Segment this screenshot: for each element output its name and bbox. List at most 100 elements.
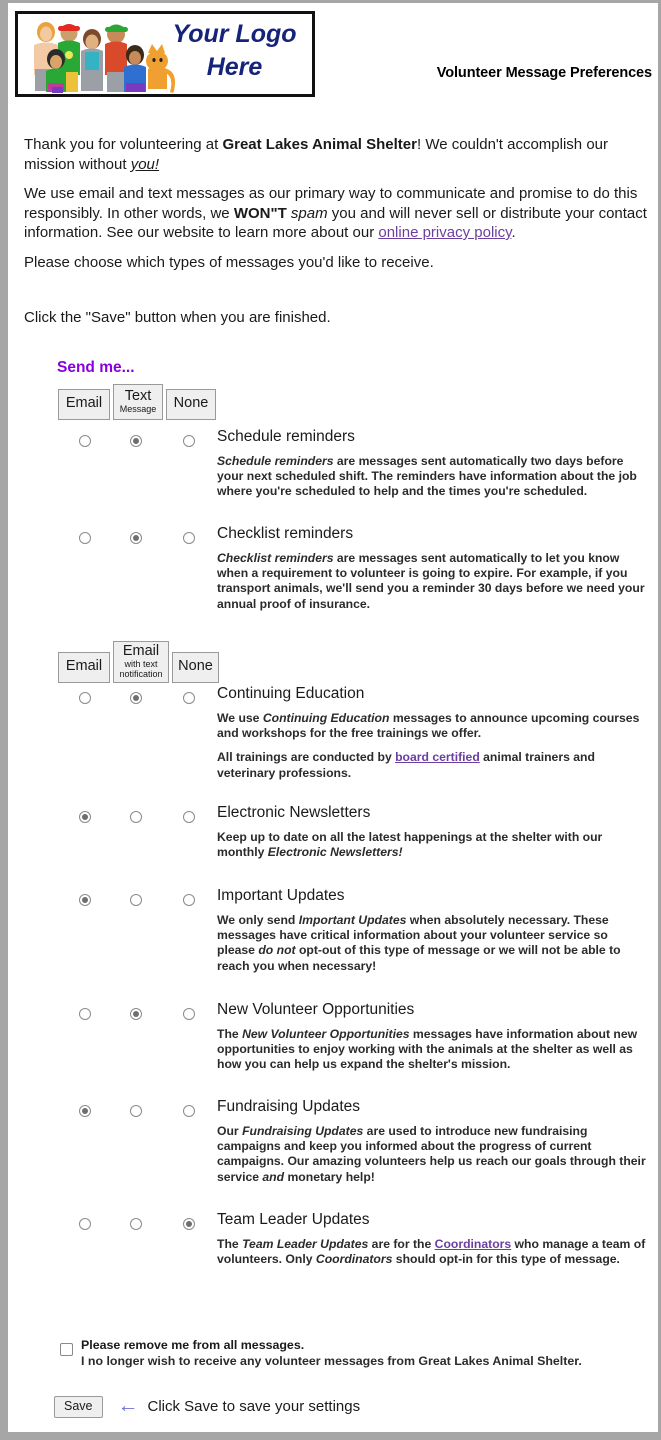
save-button[interactable]: Save [54,1396,103,1418]
text-fragment: Checklist reminders [217,551,334,565]
preference-title: Continuing Education [217,685,365,702]
preference-body-new-volunteer-opportunities: New Volunteer Opportunities The New Volun… [217,1000,649,1073]
radio-new-volunteer-opportunities-option-2[interactable] [183,1008,195,1020]
preference-body-fundraising-updates: Fundraising Updates Our Fundraising Updat… [217,1097,649,1185]
intro-wont: WON"T [233,204,287,222]
radio-checklist-reminders-option-2[interactable] [183,532,195,544]
preference-description: We use Continuing Education messages to … [217,711,649,741]
save-bar: Save ← Click Save to save your settings [54,1394,360,1418]
radio-group-important-updates [8,894,208,910]
remove-all-messages-checkbox[interactable] [60,1343,73,1356]
preference-body-important-updates: Important Updates We only send Important … [217,886,649,974]
radio-fundraising-updates-option-2[interactable] [183,1105,195,1117]
radio-continuing-education-option-0[interactable] [79,692,91,704]
text-fragment: Our [217,1124,243,1138]
radio-important-updates-option-2[interactable] [183,894,195,906]
text-fragment: are for the [368,1237,435,1251]
logo-text-line2: Here [206,53,263,81]
column-header-email-with-text-notification[interactable]: Email with text notification [113,641,169,683]
radio-group-electronic-newsletters [8,811,208,827]
radio-team-leader-updates-option-2[interactable] [183,1218,195,1230]
radio-checklist-reminders-option-1[interactable] [130,532,142,544]
radio-important-updates-option-0[interactable] [79,894,91,906]
column-header-email-notify-sub: with text notification [119,659,163,680]
intro-spam: spam [286,204,328,222]
radio-new-volunteer-opportunities-option-0[interactable] [79,1008,91,1020]
preference-description: The Team Leader Updates are for the Coor… [217,1237,649,1267]
preference-title: Fundraising Updates [217,1098,361,1115]
optout-heading: Please remove me from all messages. [81,1338,305,1352]
radio-team-leader-updates-option-0[interactable] [79,1218,91,1230]
column-header-none[interactable]: None [166,389,216,420]
text-fragment: Important Updates [298,913,407,927]
radio-schedule-reminders-option-1[interactable] [130,435,142,447]
preference-title: Team Leader Updates [217,1211,370,1228]
preference-body-schedule-reminders: Schedule reminders Schedule reminders are… [217,427,649,500]
radio-group-team-leader-updates [8,1218,208,1234]
column-header-email-notify-label: Email [122,642,160,659]
text-fragment: The [217,1237,243,1251]
column-header-none-label: None [173,395,209,412]
text-fragment: The [217,1027,243,1041]
column-header-text-message[interactable]: Text Message [113,384,163,420]
column-header-none-2-label: None [178,658,213,675]
radio-schedule-reminders-option-0[interactable] [79,435,91,447]
organization-name: Great Lakes Animal Shelter [222,136,417,153]
radio-group-new-volunteer-opportunities [8,1008,208,1024]
preference-title: Important Updates [217,887,345,904]
privacy-policy-link[interactable]: online privacy policy [378,224,511,241]
preference-title: Checklist reminders [217,525,354,542]
radio-group-continuing-education [8,692,208,708]
board-certified-link[interactable]: board certified [395,750,480,764]
preference-body-checklist-reminders: Checklist reminders Checklist reminders a… [217,524,649,612]
volunteers-clipart-icon [34,22,176,93]
radio-checklist-reminders-option-0[interactable] [79,532,91,544]
preference-description: We only send Important Updates when abso… [217,913,649,974]
preference-description: All trainings are conducted by board cer… [217,750,649,780]
column-header-text-label: Text [124,387,152,404]
text-fragment: Only [285,1252,316,1267]
intro-paragraph-1: Thank you for volunteering at Great Lake… [24,135,650,174]
intro-paragraph-3: Please choose which types of messages yo… [24,253,434,271]
preference-description: Checklist reminders are messages sent au… [217,551,649,612]
text-fragment: amazing [312,1154,362,1169]
radio-continuing-education-option-2[interactable] [183,692,195,704]
radio-electronic-newsletters-option-0[interactable] [79,811,91,823]
radio-group-checklist-reminders [8,532,208,548]
radio-team-leader-updates-option-1[interactable] [130,1218,142,1230]
preference-description: Schedule reminders are messages sent aut… [217,454,649,500]
radio-schedule-reminders-option-2[interactable] [183,435,195,447]
radio-fundraising-updates-option-0[interactable] [79,1105,91,1117]
preference-body-continuing-education: Continuing Education We use Continuing Ed… [217,684,649,781]
intro-p1-you: you! [130,155,160,173]
preference-title: Schedule reminders [217,428,355,445]
text-fragment: absolutely [444,913,505,927]
logo-box: Your Logo Here [15,11,315,97]
page-content: Your Logo Here Volunteer Message Prefere… [8,3,658,1432]
text-fragment: Continuing Education [262,711,390,725]
column-header-email[interactable]: Email [58,389,110,420]
text-fragment: and [262,1169,285,1184]
radio-continuing-education-option-1[interactable] [130,692,142,704]
column-header-message-label: Message [119,404,157,415]
column-header-email-2-label: Email [65,658,103,675]
radio-electronic-newsletters-option-1[interactable] [130,811,142,823]
radio-important-updates-option-1[interactable] [130,894,142,906]
coordinators-link[interactable]: Coordinators [435,1237,512,1251]
left-arrow-icon: ← [117,1394,139,1418]
preference-body-electronic-newsletters: Electronic Newsletters Keep up to date on… [217,803,649,860]
radio-new-volunteer-opportunities-option-1[interactable] [130,1008,142,1020]
text-fragment: All trainings are conducted by [217,750,396,765]
column-header-email-2[interactable]: Email [58,652,110,683]
column-header-none-2[interactable]: None [172,652,219,683]
column-headers-group-2: Email Email with text notification None [58,641,219,683]
text-fragment: We only send [217,913,299,927]
optout-text: Please remove me from all messages. I no… [81,1338,641,1369]
text-fragment: Fundraising Updates [242,1124,364,1138]
preference-description: The New Volunteer Opportunities messages… [217,1027,649,1073]
logo-text-line1: Your Logo [172,20,297,48]
radio-fundraising-updates-option-1[interactable] [130,1105,142,1117]
intro-paragraph-2: We use email and text messages as our pr… [24,184,650,243]
radio-electronic-newsletters-option-2[interactable] [183,811,195,823]
click-save-instruction: Click the "Save" button when you are fin… [24,309,331,326]
